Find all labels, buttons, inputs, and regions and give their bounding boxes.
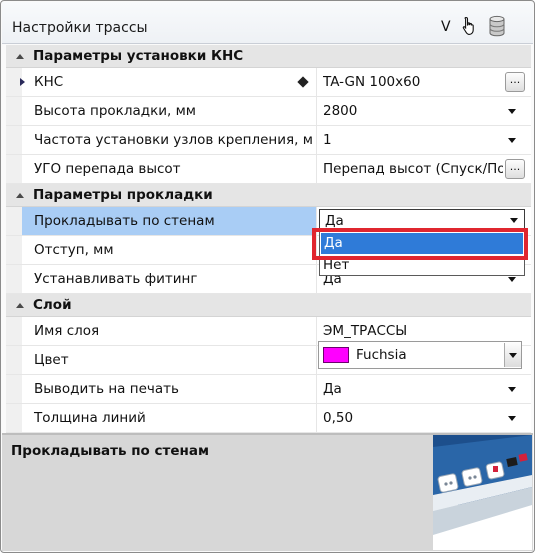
property-row-ugo[interactable]: УГО перепада высот Перепад высот (Спуск/… <box>6 155 531 184</box>
property-row-height[interactable]: Высота прокладки, мм 2800 <box>6 97 531 126</box>
diamond-marker-icon <box>297 76 309 88</box>
property-name: Имя слоя <box>34 323 100 339</box>
highlight-frame <box>312 228 528 260</box>
dropdown-arrow-icon[interactable] <box>508 109 516 114</box>
property-value[interactable]: 0,50 <box>323 410 503 426</box>
property-value[interactable]: 1 <box>323 132 503 148</box>
collapse-arrow-icon[interactable] <box>16 193 24 198</box>
category-name: Слой <box>33 297 72 313</box>
property-name: КНС <box>34 74 64 90</box>
property-name: Толщина линий <box>34 410 146 426</box>
property-name: Выводить на печать <box>34 381 179 397</box>
property-name: Отступ, мм <box>34 242 114 258</box>
description-title: Прокладывать по стенам <box>11 443 209 459</box>
property-value[interactable]: Перепад высот (Спуск/Подъем) <box>323 161 503 177</box>
color-dropdown-button[interactable] <box>504 343 521 367</box>
fuchsia-swatch <box>323 347 349 363</box>
route-settings-window: Настройки трассы V Параметры установки К… <box>0 0 535 553</box>
property-name: Высота прокладки, мм <box>34 103 196 119</box>
color-combo[interactable]: Fuchsia <box>318 341 522 369</box>
property-name: УГО перепада высот <box>34 161 181 177</box>
property-name: Частота установки узлов крепления, м <box>34 132 313 148</box>
database-icon[interactable] <box>488 15 506 37</box>
color-name: Fuchsia <box>356 347 407 363</box>
dropdown-arrow-icon <box>509 353 517 358</box>
expand-arrow-icon[interactable] <box>20 78 25 86</box>
category-install-params[interactable]: Параметры установки КНС <box>6 45 531 68</box>
v-button[interactable]: V <box>441 19 451 35</box>
property-name: Цвет <box>34 352 69 368</box>
category-layer[interactable]: Слой <box>6 294 531 317</box>
property-name: Устанавливать фитинг <box>34 271 198 287</box>
hand-pointer-icon[interactable] <box>461 16 479 36</box>
title-bar: Настройки трассы V <box>2 2 533 44</box>
collapse-arrow-icon[interactable] <box>16 303 24 308</box>
category-name: Параметры установки КНС <box>33 48 244 64</box>
property-row-mount-frequency[interactable]: Частота установки узлов крепления, м 1 <box>6 126 531 155</box>
ellipsis-button[interactable]: ... <box>505 72 525 92</box>
category-name: Параметры прокладки <box>33 187 213 203</box>
property-value[interactable]: ЭМ_ТРАССЫ <box>323 323 503 339</box>
dropdown-arrow-icon[interactable] <box>508 138 516 143</box>
property-name: Прокладывать по стенам <box>34 213 215 229</box>
property-row-print[interactable]: Выводить на печать Да <box>6 375 531 404</box>
socket-strip-preview-image <box>433 435 532 550</box>
dropdown-arrow-icon[interactable] <box>510 218 518 223</box>
dropdown-arrow-icon[interactable] <box>508 277 516 282</box>
dropdown-arrow-icon[interactable] <box>508 416 516 421</box>
window-title: Настройки трассы <box>12 20 148 36</box>
combo-value: Да <box>325 213 344 229</box>
property-value[interactable]: TA-GN 100x60 <box>323 74 503 90</box>
property-value[interactable]: 2800 <box>323 103 503 119</box>
property-value[interactable]: Да <box>323 381 503 397</box>
collapse-arrow-icon[interactable] <box>16 54 24 59</box>
dropdown-arrow-icon[interactable] <box>508 387 516 392</box>
property-row-line-width[interactable]: Толщина линий 0,50 <box>6 404 531 433</box>
property-row-kns[interactable]: КНС TA-GN 100x60 ... <box>6 68 531 97</box>
ellipsis-button[interactable]: ... <box>505 159 525 179</box>
category-laying-params[interactable]: Параметры прокладки <box>6 184 531 207</box>
